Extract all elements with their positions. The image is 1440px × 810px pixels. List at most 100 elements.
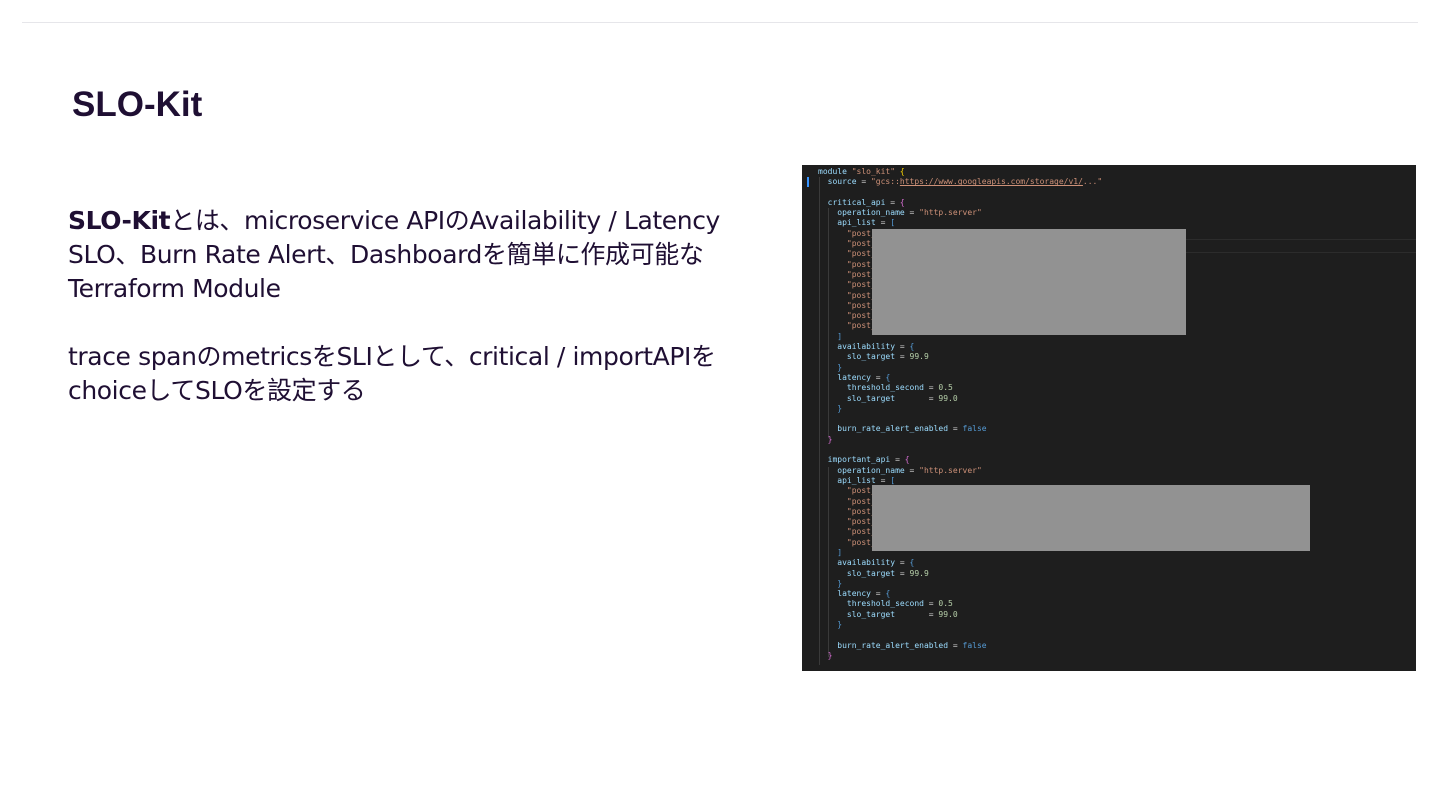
redacted-block-critical (872, 229, 1186, 335)
code-token: { (909, 558, 915, 568)
code-line: } (818, 404, 1408, 414)
code-token: = (948, 424, 963, 434)
code-token: } (818, 434, 833, 444)
code-token: = (923, 599, 939, 609)
code-token: = (895, 609, 939, 619)
code-line: burn_rate_alert_enabled = false (818, 424, 1408, 434)
code-line: source = "gcs::https://www.googleapis.co… (818, 177, 1408, 187)
code-token: ] (818, 331, 843, 341)
code-token: false (962, 640, 987, 650)
code-line: } (818, 579, 1408, 589)
code-token: = (875, 218, 891, 228)
top-divider (22, 22, 1418, 23)
code-line: important_api = { (818, 455, 1408, 465)
redacted-block-important (872, 485, 1310, 551)
code-token: 0.5 (938, 599, 953, 609)
code-token: availability (818, 342, 896, 352)
code-token: threshold_second (818, 599, 924, 609)
paragraph-intro: SLO-Kitとは、microservice APIのAvailability … (68, 204, 768, 306)
code-token: = (895, 568, 910, 578)
code-token: = (856, 177, 871, 187)
code-token: = (895, 352, 910, 362)
code-token: [ (890, 475, 896, 485)
code-token: = (904, 208, 920, 218)
code-token: false (962, 424, 987, 434)
code-token: operation_name (818, 465, 905, 475)
code-line: } (818, 363, 1408, 373)
code-token: } (818, 578, 843, 588)
code-token: { (899, 167, 905, 176)
code-token: burn_rate_alert_enabled (818, 424, 949, 434)
code-line: } (818, 620, 1408, 630)
code-token: ..." (1082, 177, 1103, 187)
code-token: "slo_kit" (851, 167, 896, 176)
code-line: } (818, 651, 1408, 661)
git-change-marker (807, 177, 809, 187)
slide-body: SLO-Kitとは、microservice APIのAvailability … (68, 204, 768, 408)
code-line: availability = { (818, 342, 1408, 352)
code-token: burn_rate_alert_enabled (818, 640, 949, 650)
code-line: api_list = [ (818, 218, 1408, 228)
code-token: critical_api (818, 197, 886, 207)
code-token: = (890, 455, 905, 465)
code-token: { (904, 455, 910, 465)
code-token: "gcs:: (870, 177, 900, 187)
code-line: slo_target = 99.0 (818, 394, 1408, 404)
code-token: = (895, 393, 939, 403)
code-line: operation_name = "http.server" (818, 466, 1408, 476)
code-line: latency = { (818, 373, 1408, 383)
code-token: = (948, 640, 963, 650)
code-token: = (904, 465, 920, 475)
code-token: slo_target (818, 609, 896, 619)
slide-title: SLO-Kit (72, 85, 203, 124)
code-line: latency = { (818, 589, 1408, 599)
code-token: 99.9 (909, 568, 929, 578)
code-token: } (818, 403, 843, 413)
code-line: module "slo_kit" { (818, 167, 1408, 177)
code-token: 99.0 (938, 609, 958, 619)
code-token: 0.5 (938, 383, 953, 393)
code-token: } (818, 362, 843, 372)
code-token: = (923, 383, 939, 393)
code-line: slo_target = 99.9 (818, 352, 1408, 362)
code-token: 99.0 (938, 393, 958, 403)
code-line: operation_name = "http.server" (818, 208, 1408, 218)
code-line: burn_rate_alert_enabled = false (818, 641, 1408, 651)
code-line: availability = { (818, 558, 1408, 568)
code-token: slo_target (818, 568, 896, 578)
code-screenshot: module "slo_kit" { source = "gcs::https:… (802, 165, 1416, 671)
code-token: ] (818, 547, 843, 557)
code-line: slo_target = 99.9 (818, 569, 1408, 579)
code-line: threshold_second = 0.5 (818, 599, 1408, 609)
code-token: { (899, 197, 905, 207)
code-token: [ (890, 218, 896, 228)
code-token: = (875, 475, 891, 485)
code-token: } (818, 650, 833, 660)
code-token: { (885, 372, 891, 382)
code-token: "http.server" (919, 465, 982, 475)
code-token: threshold_second (818, 383, 924, 393)
code-token: https://www.googleapis.com/storage/v1/ (899, 177, 1083, 187)
code-token: latency (818, 372, 871, 382)
code-token: source (818, 177, 857, 187)
code-token: = (885, 197, 900, 207)
code-token: = (870, 372, 886, 382)
code-token: = (870, 589, 886, 599)
code-line: } (818, 435, 1408, 445)
code-token: module (818, 167, 852, 176)
paragraph-detail: trace spanのmetricsをSLIとして、critical / imp… (68, 342, 716, 405)
code-token: "http.server" (919, 208, 982, 218)
code-line: slo_target = 99.0 (818, 610, 1408, 620)
code-token: api_list (818, 475, 876, 485)
code-token: latency (818, 589, 871, 599)
code-token: slo_target (818, 352, 896, 362)
code-token: operation_name (818, 208, 905, 218)
code-token: { (885, 589, 891, 599)
code-token: } (818, 620, 843, 630)
code-line: threshold_second = 0.5 (818, 383, 1408, 393)
code-token: = (895, 558, 910, 568)
